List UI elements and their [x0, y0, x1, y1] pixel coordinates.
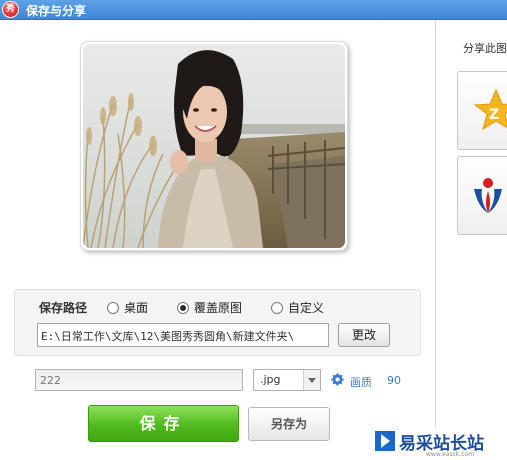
radio-overwrite-original-indicator[interactable]: [177, 301, 189, 314]
renren-icon: [474, 178, 502, 213]
title-bar: 秀 保存与分享: [0, 0, 507, 20]
site-logo-icon: [375, 431, 395, 451]
gear-icon[interactable]: [331, 373, 344, 386]
save-button[interactable]: 保存: [88, 405, 239, 442]
quality-link[interactable]: 画质: [350, 374, 372, 390]
save-path-label: 保存路径: [39, 301, 88, 315]
share-qzone-button[interactable]: Z: [457, 71, 507, 150]
qzone-icon: Z: [473, 88, 507, 131]
save-as-button[interactable]: 另存为: [248, 407, 330, 441]
watermark-url: www.easck.com: [426, 451, 475, 458]
share-title: 分享此图: [463, 42, 507, 55]
filename-field[interactable]: 222: [35, 369, 243, 391]
radio-desktop[interactable]: 桌面: [107, 299, 148, 316]
radio-custom-indicator[interactable]: [271, 301, 283, 314]
window-title: 保存与分享: [26, 4, 87, 18]
radio-desktop-indicator[interactable]: [107, 301, 119, 314]
vertical-divider: [435, 20, 436, 460]
radio-overwrite-original-label: 覆盖原图: [194, 301, 243, 315]
svg-text:Z: Z: [489, 107, 499, 123]
radio-overwrite-original[interactable]: 覆盖原图: [177, 299, 242, 316]
preview-image: [83, 44, 345, 248]
radio-custom-label: 自定义: [288, 301, 325, 315]
chevron-down-icon[interactable]: [303, 370, 320, 390]
format-select[interactable]: .jpg: [253, 369, 321, 391]
radio-desktop-label: 桌面: [124, 301, 149, 315]
quality-value: 90: [387, 374, 401, 387]
change-path-button[interactable]: 更改: [338, 323, 390, 347]
radio-custom[interactable]: 自定义: [271, 299, 324, 316]
site-watermark: 易采站长站 www.easck.com: [372, 427, 507, 460]
meitu-xiuxiu-icon: 秀: [2, 1, 19, 18]
format-select-value: .jpg: [260, 373, 281, 386]
share-renren-button[interactable]: [457, 156, 507, 235]
save-path-field[interactable]: E:\日常工作\文库\12\美图秀秀圆角\新建文件夹\: [37, 323, 329, 347]
preview-frame: [80, 41, 348, 251]
save-settings-panel: 保存路径 桌面 覆盖原图 自定义 E:\日常工作\文库\12\美图秀秀圆角\新建…: [14, 289, 421, 356]
